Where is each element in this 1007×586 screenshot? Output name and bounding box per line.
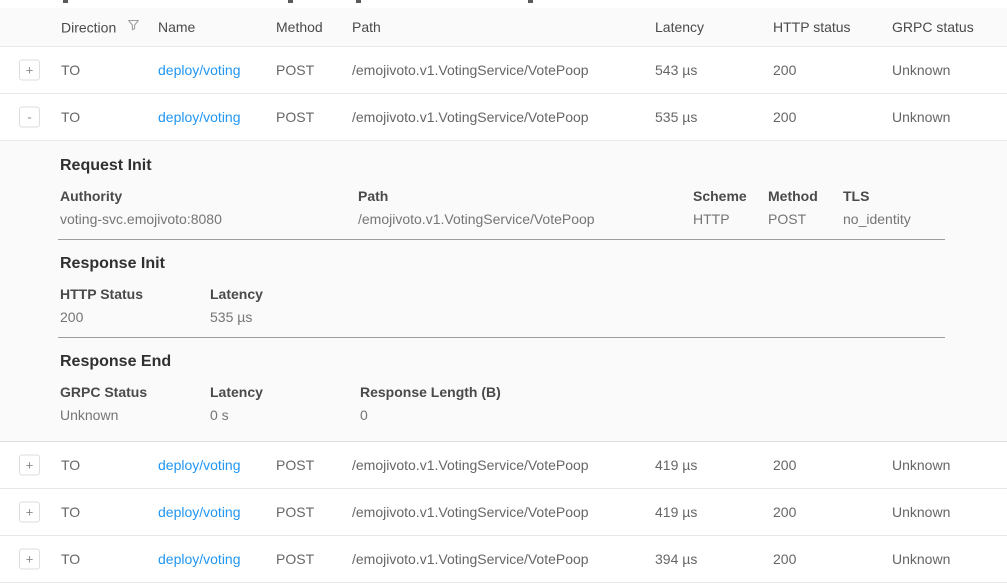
tap-results-table: Direction Name Method Path Latency HTTP … (0, 8, 1007, 583)
column-header-direction-label: Direction (61, 20, 116, 36)
path-cell: /emojivoto.v1.VotingService/VotePoop (352, 551, 589, 567)
column-header-method: Method (276, 19, 323, 35)
name-link[interactable]: deploy/voting (158, 504, 241, 520)
latency-cell: 419 µs (655, 457, 697, 473)
field-response-length: Response Length (B) 0 (360, 384, 501, 423)
direction-cell: TO (61, 109, 80, 125)
clipped-row-above (0, 0, 1007, 8)
latency-cell: 419 µs (655, 504, 697, 520)
filter-funnel-icon[interactable] (127, 19, 140, 35)
name-link[interactable]: deploy/voting (158, 62, 241, 78)
column-header-http-status: HTTP status (773, 19, 851, 35)
method-cell: POST (276, 109, 314, 125)
method-cell: POST (276, 457, 314, 473)
table-row: + TO deploy/voting POST /emojivoto.v1.Vo… (0, 536, 1007, 583)
section-title-request-init: Request Init (60, 157, 152, 175)
http-status-cell: 200 (773, 551, 796, 567)
column-header-name: Name (158, 19, 195, 35)
column-header-grpc-status: GRPC status (892, 19, 974, 35)
expand-row-button[interactable]: + (19, 549, 40, 570)
table-header-row: Direction Name Method Path Latency HTTP … (0, 8, 1007, 47)
http-status-cell: 200 (773, 457, 796, 473)
direction-cell: TO (61, 551, 80, 567)
grpc-status-cell: Unknown (892, 62, 950, 78)
direction-cell: TO (61, 504, 80, 520)
path-cell: /emojivoto.v1.VotingService/VotePoop (352, 109, 589, 125)
table-row: + TO deploy/voting POST /emojivoto.v1.Vo… (0, 47, 1007, 94)
field-method: Method POST (768, 188, 818, 227)
grpc-status-cell: Unknown (892, 457, 950, 473)
http-status-cell: 200 (773, 62, 796, 78)
column-header-latency: Latency (655, 19, 704, 35)
field-authority: Authority voting-svc.emojivoto:8080 (60, 188, 222, 227)
section-divider (58, 239, 945, 240)
field-path: Path /emojivoto.v1.VotingService/VotePoo… (358, 188, 595, 227)
field-grpc-status: GRPC Status Unknown (60, 384, 147, 423)
method-cell: POST (276, 551, 314, 567)
method-cell: POST (276, 62, 314, 78)
expand-row-button[interactable]: + (19, 455, 40, 476)
path-cell: /emojivoto.v1.VotingService/VotePoop (352, 62, 589, 78)
http-status-cell: 200 (773, 109, 796, 125)
field-latency-response-init: Latency 535 µs (210, 286, 263, 325)
table-row-expanded: - TO deploy/voting POST /emojivoto.v1.Vo… (0, 94, 1007, 141)
column-header-direction: Direction (61, 18, 140, 35)
grpc-status-cell: Unknown (892, 551, 950, 567)
path-cell: /emojivoto.v1.VotingService/VotePoop (352, 457, 589, 473)
section-title-response-end: Response End (60, 353, 171, 371)
http-status-cell: 200 (773, 504, 796, 520)
grpc-status-cell: Unknown (892, 109, 950, 125)
latency-cell: 543 µs (655, 62, 697, 78)
expand-row-button[interactable]: + (19, 60, 40, 81)
grpc-status-cell: Unknown (892, 504, 950, 520)
section-title-response-init: Response Init (60, 255, 165, 273)
collapse-row-button[interactable]: - (19, 107, 40, 128)
direction-cell: TO (61, 457, 80, 473)
section-divider (58, 337, 945, 338)
latency-cell: 535 µs (655, 109, 697, 125)
method-cell: POST (276, 504, 314, 520)
field-tls: TLS no_identity (843, 188, 911, 227)
latency-cell: 394 µs (655, 551, 697, 567)
field-http-status: HTTP Status 200 (60, 286, 143, 325)
name-link[interactable]: deploy/voting (158, 551, 241, 567)
name-link[interactable]: deploy/voting (158, 457, 241, 473)
field-scheme: Scheme HTTP (693, 188, 747, 227)
field-latency-response-end: Latency 0 s (210, 384, 263, 423)
column-header-path: Path (352, 19, 381, 35)
table-row: + TO deploy/voting POST /emojivoto.v1.Vo… (0, 442, 1007, 489)
expand-row-button[interactable]: + (19, 502, 40, 523)
name-link[interactable]: deploy/voting (158, 109, 241, 125)
direction-cell: TO (61, 62, 80, 78)
path-cell: /emojivoto.v1.VotingService/VotePoop (352, 504, 589, 520)
table-row: + TO deploy/voting POST /emojivoto.v1.Vo… (0, 489, 1007, 536)
expanded-row-detail: Request Init Authority voting-svc.emojiv… (0, 141, 1007, 442)
